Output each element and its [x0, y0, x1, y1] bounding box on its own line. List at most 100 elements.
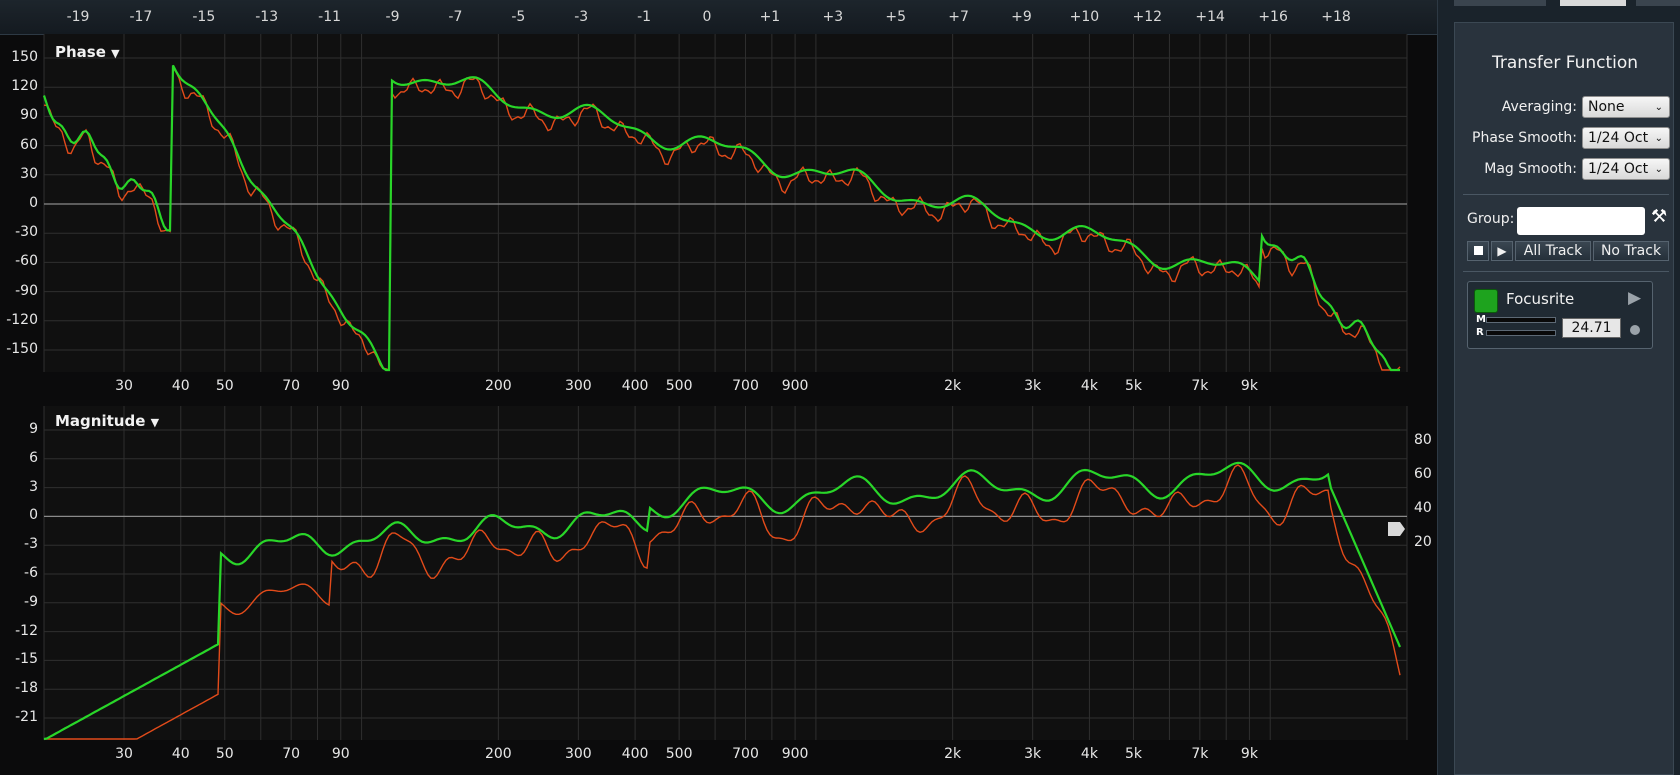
mag-smooth-label: Mag Smooth:	[1484, 161, 1577, 177]
x-tick-label: 500	[665, 378, 693, 394]
panel-title: Transfer Function	[1491, 53, 1639, 73]
averaging-select[interactable]: None ⌄	[1582, 96, 1670, 118]
x-tick-label: 7k	[1191, 378, 1209, 394]
no-track-button[interactable]: No Track	[1593, 241, 1669, 261]
play-icon: ▶	[1497, 244, 1507, 258]
x-tick-label: 7k	[1191, 746, 1209, 762]
dropdown-arrow-icon: ▼	[111, 47, 120, 60]
ruler-label: +9	[1011, 9, 1032, 25]
y-tick-label: 9	[29, 421, 38, 437]
x-tick-label: 30	[115, 746, 133, 762]
y-tick-label: -15	[15, 651, 38, 668]
ruler-label: +10	[1069, 9, 1100, 25]
sidebar-tab[interactable]	[1560, 0, 1626, 6]
device-strip[interactable]: Focusrite ▶ M R 24.71	[1467, 281, 1653, 349]
ruler-label: -19	[66, 9, 90, 25]
x-tick-label: 900	[781, 746, 809, 762]
x-tick-label: 9k	[1240, 746, 1258, 762]
y-tick-label: 30	[20, 165, 38, 182]
x-tick-label: 50	[215, 378, 234, 394]
x-tick-label: 2k	[944, 378, 962, 394]
all-track-button[interactable]: All Track	[1515, 241, 1591, 261]
x-tick-label: 400	[621, 746, 649, 762]
phase-smooth-value: 1/24 Oct	[1588, 130, 1649, 146]
ruler-label: +16	[1258, 9, 1288, 25]
phase-smooth-label: Phase Smooth:	[1472, 130, 1577, 146]
wrench-icon[interactable]: ⚒	[1651, 206, 1667, 227]
x-tick-label: 200	[484, 378, 512, 394]
x-tick-label: 400	[621, 378, 649, 394]
x-tick-label: 40	[171, 746, 190, 762]
magnitude-title-text: Magnitude	[55, 412, 146, 430]
x-tick-label: 40	[171, 378, 190, 394]
x-tick-label: 90	[331, 378, 350, 394]
x-tick-label: 300	[564, 378, 592, 394]
x-tick-label: 700	[732, 378, 759, 394]
meter-r-bar	[1486, 330, 1556, 336]
y-tick-label: -30	[15, 224, 38, 241]
mag-smooth-value: 1/24 Oct	[1588, 161, 1649, 177]
status-dot-icon	[1630, 325, 1640, 335]
y-tick-label: -9	[24, 593, 38, 610]
meter-r-label: R	[1476, 327, 1484, 338]
x-tick-label: 5k	[1124, 746, 1142, 762]
phase-title-text: Phase	[55, 43, 106, 61]
group-field[interactable]	[1517, 207, 1645, 235]
y-tick-label: -150	[6, 341, 38, 357]
averaging-value: None	[1588, 99, 1625, 115]
play-button[interactable]: ▶	[1491, 241, 1513, 261]
phase-panel-title[interactable]: Phase ▼	[55, 43, 120, 61]
ruler-label: -5	[511, 9, 526, 25]
chevron-down-icon: ⌄	[1654, 133, 1663, 144]
device-name: Focusrite	[1506, 290, 1575, 308]
magnitude-panel-title[interactable]: Magnitude ▼	[55, 412, 159, 430]
ruler-label: +7	[948, 9, 969, 25]
x-tick-label: 9k	[1240, 378, 1258, 394]
ruler-label: -13	[255, 9, 279, 25]
stop-button[interactable]	[1467, 241, 1489, 261]
delay-field[interactable]: 24.71	[1562, 318, 1621, 338]
x-tick-label: 4k	[1080, 746, 1098, 762]
y-tick-label-right: 60	[1414, 466, 1432, 482]
x-tick-label: 700	[732, 746, 759, 762]
y-tick-label: -3	[24, 536, 38, 553]
y-tick-label: 3	[29, 478, 38, 495]
ruler-label: 0	[702, 9, 712, 25]
ruler-label: -1	[637, 9, 652, 25]
y-tick-label: 150	[11, 49, 38, 65]
meter-m-bar	[1486, 317, 1556, 323]
magnitude-plot[interactable]	[0, 406, 1437, 775]
x-tick-label: 50	[215, 746, 234, 762]
x-tick-label: 5k	[1124, 378, 1142, 394]
y-tick-label: -120	[6, 311, 38, 328]
ruler-label: +5	[885, 9, 907, 25]
x-tick-label: 90	[331, 746, 350, 762]
chevron-down-icon: ⌄	[1654, 164, 1663, 175]
sidebar-tab[interactable]	[1636, 0, 1680, 6]
transfer-function-panel: Transfer Function Averaging: None ⌄ Phas…	[1454, 22, 1674, 775]
chevron-down-icon: ⌄	[1654, 102, 1663, 113]
all-track-text: All Track	[1523, 243, 1583, 259]
sidebar: Transfer Function Averaging: None ⌄ Phas…	[1437, 0, 1680, 775]
ruler-label: +14	[1195, 9, 1225, 25]
y-tick-label: -6	[24, 565, 38, 581]
ruler-label: +3	[822, 9, 844, 25]
x-tick-label: 900	[781, 378, 809, 394]
y-tick-label: 60	[20, 136, 38, 153]
play-icon[interactable]: ▶	[1628, 288, 1641, 308]
phase-plot[interactable]	[0, 34, 1437, 406]
phase-smooth-select[interactable]: 1/24 Oct ⌄	[1582, 127, 1670, 149]
mag-smooth-select[interactable]: 1/24 Oct ⌄	[1582, 158, 1670, 180]
dropdown-arrow-icon: ▼	[150, 416, 160, 429]
ruler-label: +1	[759, 9, 781, 25]
y-tick-label: 90	[20, 107, 38, 124]
y-tick-label-right: 20	[1414, 534, 1432, 550]
ruler-label: -9	[385, 9, 400, 25]
sidebar-tab[interactable]	[1454, 0, 1546, 6]
delay-ruler[interactable]: -19 -17 -15 -13 -11 -9 -7 -5 -3 -1 0 +1 +3 +5 +7 +9 +10 +…	[0, 0, 1437, 35]
device-color-swatch[interactable]	[1474, 289, 1498, 313]
delay-value: 24.71	[1571, 320, 1612, 336]
y-tick-label: 0	[29, 195, 38, 211]
ruler-label: -11	[318, 9, 342, 25]
x-tick-label: 3k	[1024, 378, 1042, 394]
